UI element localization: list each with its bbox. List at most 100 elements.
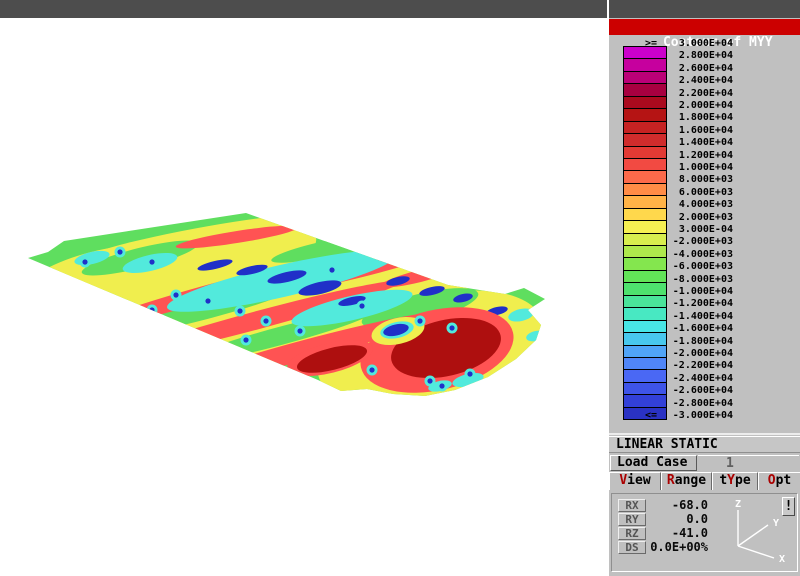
contour-spot [197, 335, 202, 340]
rotation-ds-value: 0.0E+00% [646, 540, 708, 554]
contour-spot [297, 328, 302, 333]
contour-spot [149, 307, 154, 312]
legend-bound-value: 3.000E+04 [665, 38, 733, 50]
legend-bound-prefix [637, 373, 657, 385]
rotation-rx-value: -68.0 [646, 498, 708, 512]
legend-label: -2.200E+04 [637, 360, 733, 372]
axis-x-label: X [779, 554, 785, 565]
legend-label: -2.400E+04 [637, 373, 733, 385]
legend-bound-value: 1.400E+04 [665, 137, 733, 149]
rotation-ry-button[interactable]: RY [618, 513, 646, 526]
legend-bound-value: -3.000E+04 [665, 410, 733, 422]
panel-separator [609, 433, 800, 435]
hotkey-letter: Y [727, 473, 735, 488]
contour-spot [109, 301, 114, 306]
legend-label: -2.000E+03 [637, 236, 733, 248]
legend-bound-value: 1.200E+04 [665, 150, 733, 162]
legend-bound-prefix [637, 360, 657, 372]
viewport-titlebar: Load Case 1 [0, 0, 607, 18]
legend-bound-value: -1.000E+04 [665, 286, 733, 298]
axis-y-label: Y [773, 518, 779, 529]
legend-label: 1.600E+04 [637, 125, 733, 137]
contour-spot [117, 249, 122, 254]
legend-label: 2.200E+04 [637, 88, 733, 100]
legend-bound-value: 2.800E+04 [665, 50, 733, 62]
legend-bound-value: -4.000E+03 [665, 249, 733, 261]
rotation-ds-button[interactable]: DS [618, 541, 646, 554]
legend-label: 2.400E+04 [637, 75, 733, 87]
legend-label: -6.000E+03 [637, 261, 733, 273]
legend-label: -8.000E+03 [637, 274, 733, 286]
contour-spot [263, 318, 268, 323]
rotation-rz-button[interactable]: RZ [618, 527, 646, 540]
contour-spot [237, 308, 242, 313]
legend-bound-prefix [637, 224, 657, 236]
legend-bound-value: -1.600E+04 [665, 323, 733, 335]
rotation-rx-button[interactable]: RX [618, 499, 646, 512]
rotation-row: DS0.0E+00% [618, 540, 718, 554]
rotation-row: RX-68.0 [618, 498, 718, 512]
legend-bound-value: 1.600E+04 [665, 125, 733, 137]
legend-bound-value: 2.600E+04 [665, 63, 733, 75]
contour-spot [439, 383, 444, 388]
contour-spot [329, 267, 334, 272]
legend-label: 2.800E+04 [637, 50, 733, 62]
legend-bound-value: 2.200E+04 [665, 88, 733, 100]
legend-bound-value: -1.400E+04 [665, 311, 733, 323]
contour-spot [449, 325, 454, 330]
legend-bound-prefix [637, 212, 657, 224]
legend-bound-value: -6.000E+03 [665, 261, 733, 273]
legend-label: 1.800E+04 [637, 112, 733, 124]
contour-legend: >=3.000E+042.800E+042.600E+042.400E+042.… [609, 0, 800, 434]
range-button[interactable]: Range [661, 472, 712, 490]
legend-bound-value: 2.400E+04 [665, 75, 733, 87]
legend-label: 4.000E+03 [637, 199, 733, 211]
legend-bound-prefix: >= [637, 38, 657, 50]
legend-bound-prefix [637, 150, 657, 162]
legend-bound-value: 2.000E+03 [665, 212, 733, 224]
legend-label: -1.600E+04 [637, 323, 733, 335]
legend-bound-value: -1.800E+04 [665, 336, 733, 348]
warning-button[interactable]: ! [782, 497, 795, 516]
legend-bound-prefix [637, 298, 657, 310]
legend-bound-prefix [637, 274, 657, 286]
analysis-type-bar: LINEAR STATIC [609, 436, 800, 453]
legend-label: 2.000E+03 [637, 212, 733, 224]
type-button[interactable]: tYpe [712, 472, 758, 490]
legend-bound-value: -1.200E+04 [665, 298, 733, 310]
options-button[interactable]: Opt [758, 472, 800, 490]
legend-label: 3.000E-04 [637, 224, 733, 236]
legend-bound-value: -8.000E+03 [665, 274, 733, 286]
load-case-button[interactable]: Load Case [610, 455, 697, 471]
rotation-ry-value: 0.0 [646, 512, 708, 526]
load-case-value[interactable]: 1 [698, 455, 799, 471]
legend-bound-value: -2.200E+04 [665, 360, 733, 372]
legend-bound-prefix [637, 50, 657, 62]
legend-bound-prefix [637, 174, 657, 186]
contour-spot [82, 259, 87, 264]
legend-bound-prefix [637, 286, 657, 298]
contour-plot[interactable] [0, 18, 608, 576]
control-panel: perin4 Contour of MYY >=3.000E+042.800E+… [609, 0, 800, 576]
legend-label: -1.200E+04 [637, 298, 733, 310]
legend-bound-value: 3.000E-04 [665, 224, 733, 236]
legend-label: -1.400E+04 [637, 311, 733, 323]
legend-bound-prefix [637, 323, 657, 335]
legend-label: 1.200E+04 [637, 150, 733, 162]
rotation-row: RZ-41.0 [618, 526, 718, 540]
load-case-row: Load Case 1 [609, 455, 800, 472]
hotkey-letter: R [667, 473, 675, 488]
legend-bound-prefix [637, 311, 657, 323]
contour-spot [417, 318, 422, 323]
legend-bound-prefix [637, 162, 657, 174]
legend-bound-prefix [637, 348, 657, 360]
legend-label: -4.000E+03 [637, 249, 733, 261]
legend-label: -1.800E+04 [637, 336, 733, 348]
legend-bound-prefix [637, 249, 657, 261]
legend-bound-prefix [637, 137, 657, 149]
legend-bound-value: 2.000E+04 [665, 100, 733, 112]
view-button[interactable]: View [609, 472, 661, 490]
legend-bound-value: 6.000E+03 [665, 187, 733, 199]
legend-bound-value: -2.000E+04 [665, 348, 733, 360]
legend-label: 2.000E+04 [637, 100, 733, 112]
